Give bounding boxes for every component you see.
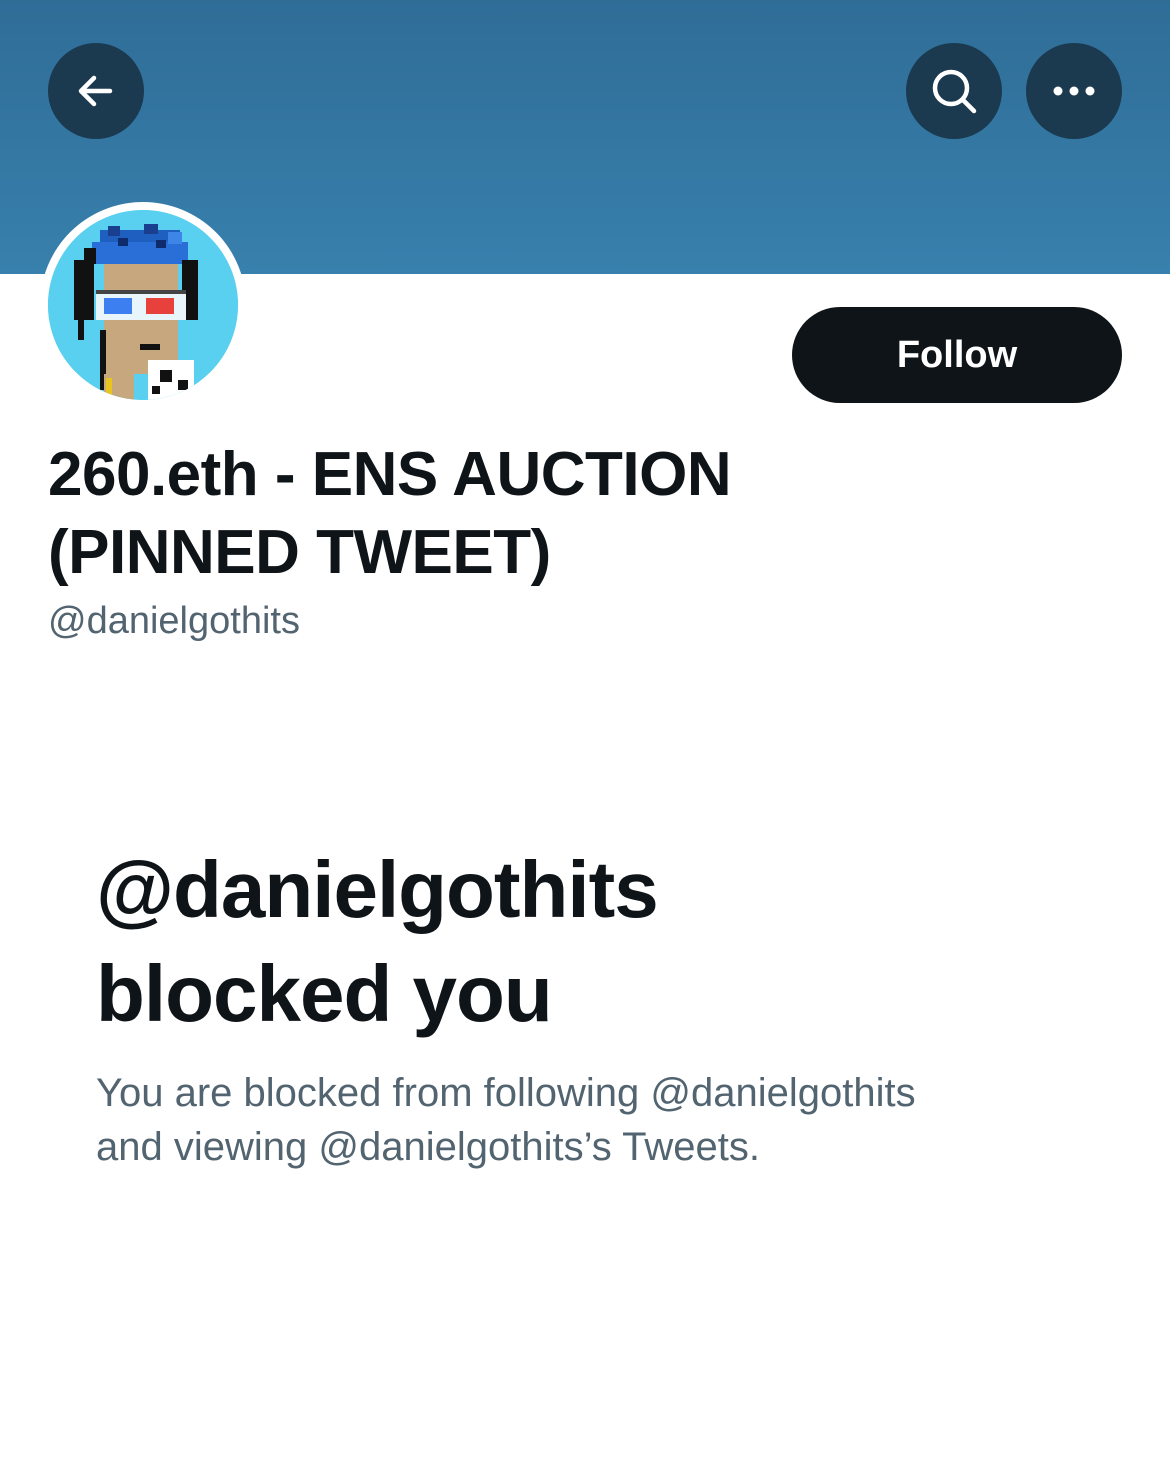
blocked-description-line-1: You are blocked from following @danielgo… bbox=[96, 1071, 916, 1115]
blocked-description: You are blocked from following @danielgo… bbox=[96, 1066, 1076, 1174]
blocked-heading-line-1: @danielgothits bbox=[96, 845, 659, 934]
profile-display-name: 260.eth - ENS AUCTION (PINNED TWEET) bbox=[48, 436, 928, 592]
search-button[interactable] bbox=[906, 43, 1002, 139]
display-name-line-2: (PINNED TWEET) bbox=[48, 518, 551, 587]
more-options-button[interactable] bbox=[1026, 43, 1122, 139]
profile-handle: @danielgothits bbox=[48, 600, 300, 642]
follow-button[interactable]: Follow bbox=[792, 307, 1122, 403]
avatar-frame bbox=[40, 202, 246, 408]
blocked-heading: @danielgothits blocked you bbox=[96, 838, 1076, 1046]
arrow-left-icon bbox=[74, 69, 118, 113]
blocked-description-line-2: and viewing @danielgothits’s Tweets. bbox=[96, 1125, 760, 1169]
punk-avatar-image bbox=[48, 210, 238, 400]
blocked-heading-line-2: blocked you bbox=[96, 949, 553, 1038]
search-icon bbox=[929, 66, 979, 116]
display-name-line-1: 260.eth - ENS AUCTION bbox=[48, 440, 732, 509]
avatar[interactable] bbox=[48, 210, 238, 400]
more-horizontal-icon bbox=[1052, 85, 1096, 97]
back-button[interactable] bbox=[48, 43, 144, 139]
